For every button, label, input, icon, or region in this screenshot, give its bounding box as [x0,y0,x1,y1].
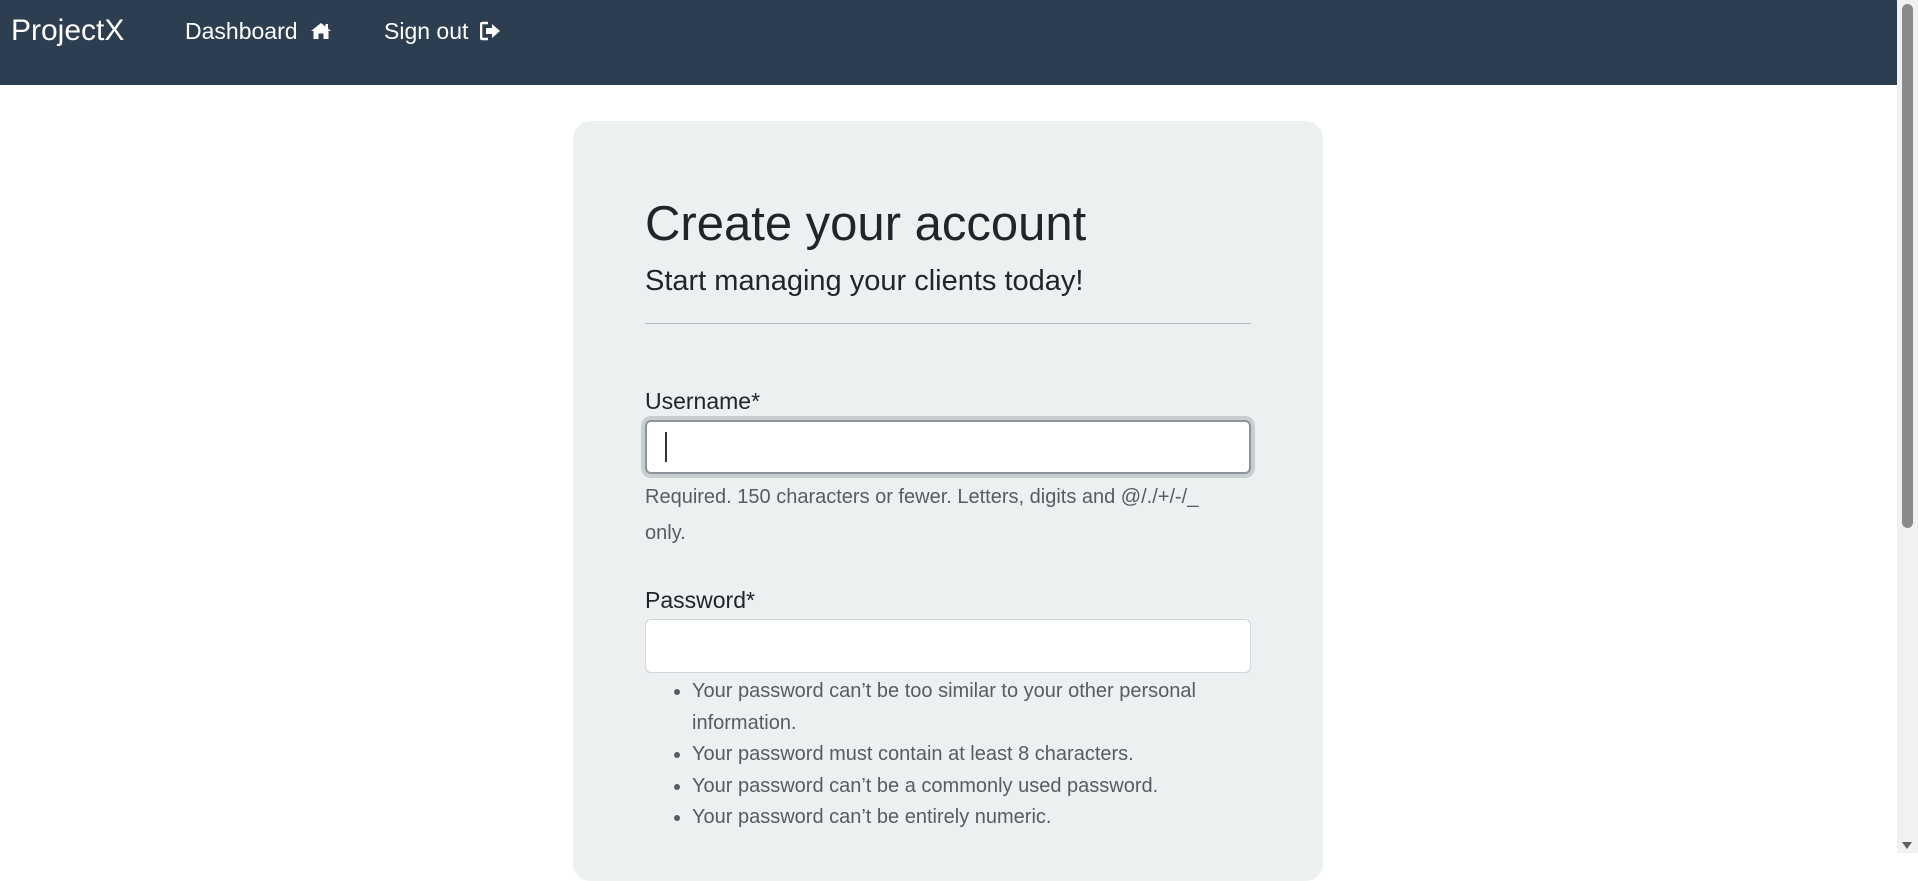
username-help-text: Required. 150 characters or fewer. Lette… [645,486,1199,544]
password-help-list: Your password can’t be too similar to yo… [645,676,1292,834]
top-navbar: ProjectX Dashboard Sign out [0,0,1897,85]
list-item: Your password can’t be too similar to yo… [692,676,1292,739]
vertical-scrollbar[interactable] [1897,0,1918,853]
page-title: Create your account [645,197,1087,251]
username-input[interactable] [645,420,1251,474]
divider [645,323,1251,324]
nav-sign-out-label: Sign out [384,18,469,44]
list-item: Your password can’t be a commonly used p… [692,771,1292,803]
password-label: Password* [645,587,755,613]
nav-dashboard-link[interactable]: Dashboard [185,16,332,46]
password-input[interactable] [645,619,1251,673]
scrollbar-thumb[interactable] [1902,4,1913,528]
sign-out-icon [480,21,501,41]
nav-dashboard-label: Dashboard [185,18,298,44]
page-subtitle: Start managing your clients today! [645,265,1084,297]
brand-logo-link[interactable]: ProjectX [11,13,124,49]
username-label: Username* [645,388,761,414]
list-item: Your password can’t be entirely numeric. [692,802,1292,834]
list-item: Your password must contain at least 8 ch… [692,739,1292,771]
scroll-down-arrow-icon[interactable] [1902,842,1912,849]
nav-sign-out-link[interactable]: Sign out [384,16,502,46]
signup-card: Create your account Start managing your … [573,121,1323,881]
home-icon [310,23,331,39]
text-cursor [665,432,667,462]
